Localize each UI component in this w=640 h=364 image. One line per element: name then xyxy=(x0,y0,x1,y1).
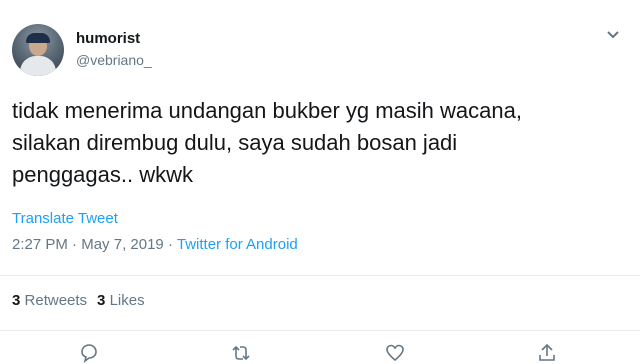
avatar[interactable] xyxy=(12,24,64,76)
retweet-icon[interactable] xyxy=(230,342,252,364)
divider xyxy=(0,275,640,276)
tweet-text-line: tidak menerima undangan bukber yg masih … xyxy=(12,98,522,123)
likes-label: Likes xyxy=(109,292,145,309)
tweet-date[interactable]: May 7, 2019 xyxy=(81,236,164,253)
avatar-body xyxy=(20,56,56,76)
meta-separator: · xyxy=(167,236,173,253)
tweet-stats: 3 Retweets 3 Likes xyxy=(12,292,145,309)
author-handle[interactable]: @vebriano_ xyxy=(76,52,152,68)
retweets-stat[interactable]: 3 Retweets xyxy=(12,292,87,309)
tweet-source-link[interactable]: Twitter for Android xyxy=(177,236,298,253)
chevron-down-icon[interactable] xyxy=(606,30,620,40)
author-display-name[interactable]: humorist xyxy=(76,30,140,47)
likes-stat[interactable]: 3 Likes xyxy=(97,292,145,309)
like-icon[interactable] xyxy=(384,342,406,364)
tweet-text-line: penggagas.. wkwk xyxy=(12,162,193,187)
translate-tweet-link[interactable]: Translate Tweet xyxy=(12,210,118,227)
divider xyxy=(0,330,640,331)
share-icon[interactable] xyxy=(536,342,558,364)
tweet-text: tidak menerima undangan bukber yg masih … xyxy=(12,95,622,191)
retweets-label: Retweets xyxy=(24,292,88,309)
meta-separator: · xyxy=(72,236,78,253)
tweet-text-line: silakan dirembug dulu, saya sudah bosan … xyxy=(12,130,458,155)
tweet-time[interactable]: 2:27 PM xyxy=(12,236,68,253)
tweet-meta: 2:27 PM · May 7, 2019 · Twitter for Andr… xyxy=(12,236,298,253)
likes-count: 3 xyxy=(97,292,106,309)
retweets-count: 3 xyxy=(12,292,21,309)
reply-icon[interactable] xyxy=(78,342,100,364)
avatar-cap xyxy=(26,33,50,43)
